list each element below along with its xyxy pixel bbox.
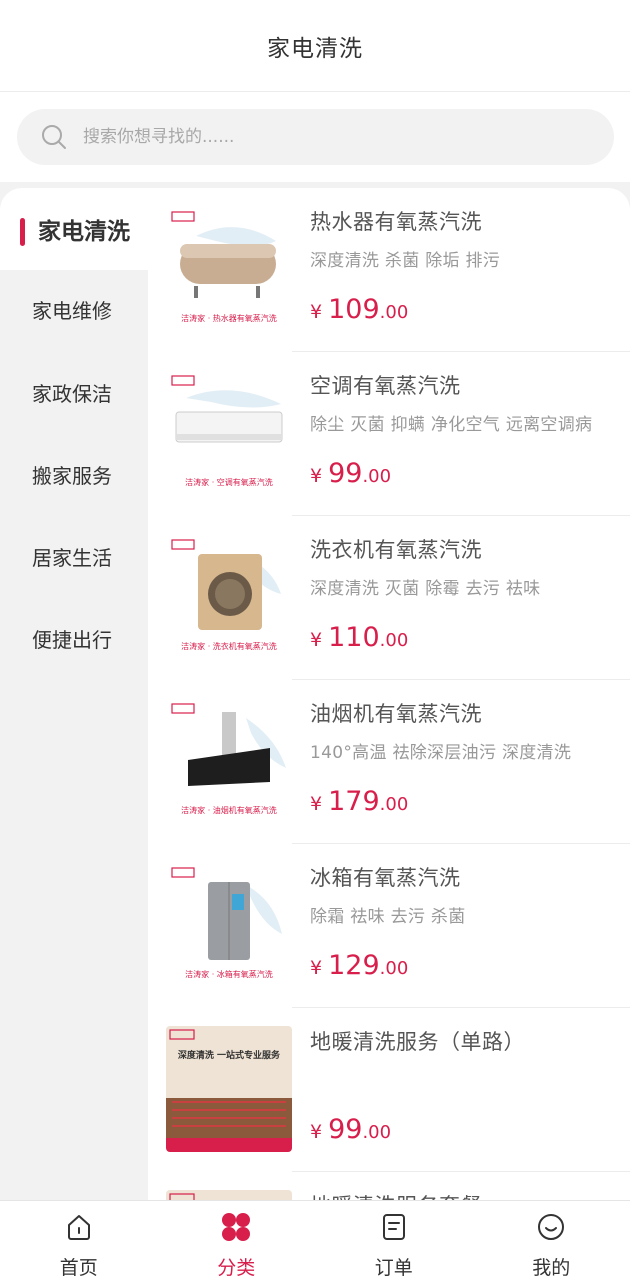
- floor-heating-image: 深度清洗 一站式专业服务: [166, 1026, 292, 1152]
- price-decimal: .00: [379, 302, 409, 323]
- product-item[interactable]: 洁涛家 · 热水器有氧蒸汽洗 热水器有氧蒸汽洗 深度清洗 杀菌 除垢 排污 ¥ …: [148, 188, 630, 352]
- sidebar-item-appliance-cleaning[interactable]: 家电清洗: [0, 188, 148, 270]
- search-input[interactable]: [83, 127, 614, 147]
- product-price: ¥ 99 .00: [310, 458, 391, 489]
- product-item[interactable]: 洁涛家 · 油烟机有氧蒸汽洗 油烟机有氧蒸汽洗 140°高温 祛除深层油污 深度…: [148, 680, 630, 844]
- price-decimal: .00: [362, 1122, 392, 1143]
- svg-text:洁涛家 · 冰箱有氧蒸汽洗: 洁涛家 · 冰箱有氧蒸汽洗: [185, 969, 273, 979]
- product-description: 深度清洗 杀菌 除垢 排污: [310, 251, 501, 271]
- product-description: 140°高温 祛除深层油污 深度清洗: [310, 743, 572, 763]
- app-header: 家电清洗: [0, 0, 630, 92]
- price-currency: ¥: [310, 465, 323, 487]
- price-currency: ¥: [310, 793, 323, 815]
- sidebar-item-housekeeping[interactable]: 家政保洁: [0, 351, 148, 433]
- product-description: 深度清洗 灭菌 除霉 去污 祛味: [310, 579, 541, 599]
- profile-icon: [538, 1214, 565, 1240]
- sidebar-item-label: 家电清洗: [38, 219, 130, 245]
- product-item[interactable]: 洁涛家 · 冰箱有氧蒸汽洗 冰箱有氧蒸汽洗 除霜 祛味 去污 杀菌 ¥ 129 …: [148, 844, 630, 1008]
- tab-orders[interactable]: 订单: [315, 1201, 473, 1280]
- product-list: 洁涛家 · 热水器有氧蒸汽洗 热水器有氧蒸汽洗 深度清洗 杀菌 除垢 排污 ¥ …: [148, 188, 630, 1200]
- price-decimal: .00: [379, 630, 409, 651]
- product-price: ¥ 179 .00: [310, 786, 408, 817]
- product-name: 热水器有氧蒸汽洗: [310, 210, 482, 234]
- product-item[interactable]: 地暖清洗服务套餐: [148, 1172, 630, 1200]
- tab-profile[interactable]: 我的: [473, 1201, 630, 1280]
- svg-text:洁涛家 · 热水器有氧蒸汽洗: 洁涛家 · 热水器有氧蒸汽洗: [181, 313, 277, 323]
- tab-label: 分类: [217, 1257, 256, 1279]
- product-name: 空调有氧蒸汽洗: [310, 374, 461, 398]
- sidebar-item-travel[interactable]: 便捷出行: [0, 597, 148, 679]
- tab-home[interactable]: 首页: [0, 1201, 158, 1280]
- price-currency: ¥: [310, 957, 323, 979]
- price-currency: ¥: [310, 301, 323, 323]
- active-indicator: [20, 218, 25, 246]
- product-item[interactable]: 洁涛家 · 洗衣机有氧蒸汽洗 洗衣机有氧蒸汽洗 深度清洗 灭菌 除霉 去污 祛味…: [148, 516, 630, 680]
- sidebar-item-appliance-repair[interactable]: 家电维修: [0, 268, 148, 350]
- product-thumbnail: 洁涛家 · 油烟机有氧蒸汽洗: [166, 698, 292, 824]
- sidebar-item-label: 便捷出行: [32, 627, 112, 652]
- water-heater-image: 洁涛家 · 热水器有氧蒸汽洗: [171, 211, 277, 323]
- product-description: 除尘 灭菌 抑螨 净化空气 远离空调病: [310, 415, 593, 435]
- floor-heating-package-image: [166, 1190, 292, 1200]
- tab-label: 我的: [532, 1257, 571, 1279]
- price-decimal: .00: [362, 466, 392, 487]
- page-title: 家电清洗: [267, 35, 363, 62]
- order-icon: [382, 1214, 405, 1240]
- product-name: 地暖清洗服务套餐: [310, 1190, 482, 1200]
- product-item[interactable]: 洁涛家 · 空调有氧蒸汽洗 空调有氧蒸汽洗 除尘 灭菌 抑螨 净化空气 远离空调…: [148, 352, 630, 516]
- svg-text:洁涛家 · 油烟机有氧蒸汽洗: 洁涛家 · 油烟机有氧蒸汽洗: [181, 805, 277, 815]
- sidebar-item-label: 搬家服务: [32, 463, 112, 488]
- svg-text:深度清洗 一站式专业服务: 深度清洗 一站式专业服务: [178, 1049, 281, 1061]
- product-price: ¥ 99 .00: [310, 1114, 391, 1145]
- price-currency: ¥: [310, 1121, 323, 1143]
- product-name: 洗衣机有氧蒸汽洗: [310, 538, 482, 562]
- product-name: 地暖清洗服务（单路）: [310, 1030, 525, 1054]
- product-price: ¥ 109 .00: [310, 294, 408, 325]
- product-price: ¥ 129 .00: [310, 950, 408, 981]
- svg-text:洁涛家 · 空调有氧蒸汽洗: 洁涛家 · 空调有氧蒸汽洗: [185, 477, 273, 487]
- price-integer: 99: [328, 1114, 363, 1145]
- refrigerator-image: 洁涛家 · 冰箱有氧蒸汽洗: [171, 867, 282, 979]
- sidebar-item-moving[interactable]: 搬家服务: [0, 433, 148, 515]
- search-bar: [0, 93, 630, 182]
- sidebar-item-label: 居家生活: [32, 545, 112, 570]
- category-sidebar: 家电清洗 家电维修 家政保洁 搬家服务 居家生活 便捷出行: [0, 182, 148, 1200]
- product-name: 冰箱有氧蒸汽洗: [310, 866, 461, 890]
- category-content: 家电清洗 家电维修 家政保洁 搬家服务 居家生活 便捷出行 洁涛家 · 热水器有…: [0, 182, 630, 1200]
- category-icon: [222, 1213, 251, 1241]
- washing-machine-image: 洁涛家 · 洗衣机有氧蒸汽洗: [171, 539, 281, 651]
- tab-label: 订单: [374, 1257, 413, 1279]
- price-decimal: .00: [379, 794, 409, 815]
- home-icon: [67, 1215, 90, 1240]
- range-hood-image: 洁涛家 · 油烟机有氧蒸汽洗: [171, 703, 286, 815]
- product-item[interactable]: 深度清洗 一站式专业服务 地暖清洗服务（单路） ¥ 99 .00: [148, 1008, 630, 1172]
- tab-label: 首页: [59, 1257, 98, 1279]
- product-name: 油烟机有氧蒸汽洗: [310, 702, 482, 726]
- search-icon: [42, 125, 66, 149]
- product-description: 除霜 祛味 去污 杀菌: [310, 907, 466, 927]
- product-thumbnail: 洁涛家 · 空调有氧蒸汽洗: [166, 370, 292, 496]
- price-integer: 129: [328, 950, 380, 981]
- sidebar-item-label: 家电维修: [32, 298, 112, 323]
- air-conditioner-image: 洁涛家 · 空调有氧蒸汽洗: [171, 375, 283, 487]
- product-thumbnail: 深度清洗 一站式专业服务: [166, 1026, 292, 1152]
- product-thumbnail: [166, 1190, 292, 1200]
- product-thumbnail: 洁涛家 · 洗衣机有氧蒸汽洗: [166, 534, 292, 660]
- sidebar-item-home-living[interactable]: 居家生活: [0, 515, 148, 597]
- svg-text:洁涛家 · 洗衣机有氧蒸汽洗: 洁涛家 · 洗衣机有氧蒸汽洗: [181, 641, 277, 651]
- price-currency: ¥: [310, 629, 323, 651]
- sidebar-item-label: 家政保洁: [32, 381, 112, 406]
- price-integer: 179: [328, 786, 380, 817]
- tab-category[interactable]: 分类: [158, 1201, 316, 1280]
- price-decimal: .00: [379, 958, 409, 979]
- price-integer: 110: [328, 622, 380, 653]
- product-thumbnail: 洁涛家 · 热水器有氧蒸汽洗: [166, 206, 292, 332]
- search-box[interactable]: [17, 109, 614, 165]
- bottom-tab-bar: 首页 分类 订单 我的: [0, 1200, 630, 1280]
- price-integer: 109: [328, 294, 380, 325]
- product-price: ¥ 110 .00: [310, 622, 408, 653]
- product-thumbnail: 洁涛家 · 冰箱有氧蒸汽洗: [166, 862, 292, 988]
- price-integer: 99: [328, 458, 363, 489]
